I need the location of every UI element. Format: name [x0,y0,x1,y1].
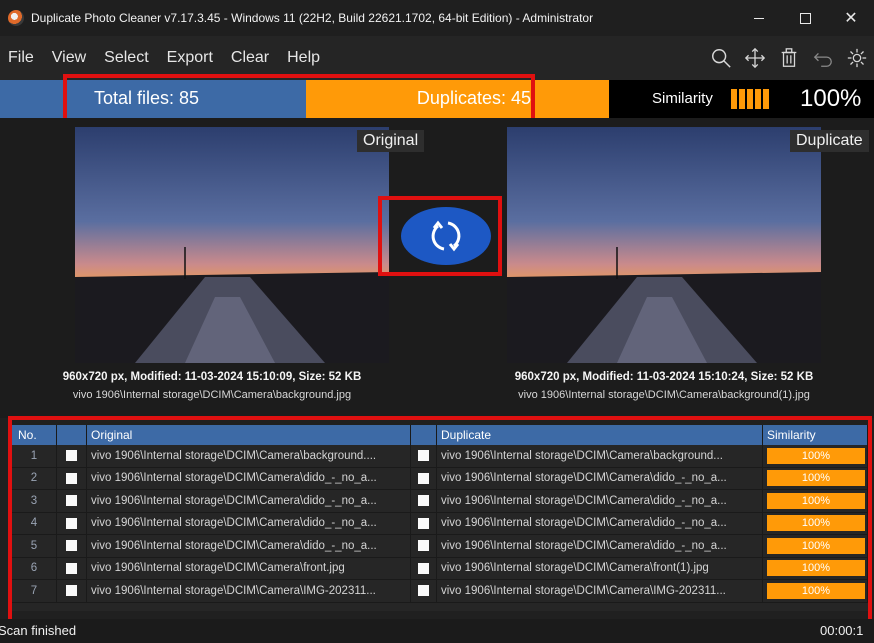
menu-export[interactable]: Export [167,49,213,67]
menu-file[interactable]: File [8,49,34,67]
window-title: Duplicate Photo Cleaner v7.17.3.45 - Win… [31,11,594,25]
menu-help[interactable]: Help [287,49,320,67]
move-icon[interactable] [738,36,772,80]
menu-clear[interactable]: Clear [231,49,269,67]
close-button[interactable]: ✕ [828,0,874,36]
window-controls: ✕ [736,0,874,36]
duplicate-path: vivo 1906\Internal storage\DCIM\Camera\b… [518,389,810,401]
status-bar: Scan finished 00:00:1 [0,619,874,643]
highlight-frame-table [8,416,872,643]
duplicate-photo[interactable] [507,127,821,363]
similarity-meter-bar [731,89,737,109]
original-info: 960x720 px, Modified: 11-03-2024 15:10:0… [62,371,362,383]
trash-icon[interactable] [772,36,806,80]
elapsed-time: 00:00:1 [820,623,864,638]
similarity-meter [731,89,769,109]
similarity-value: 100% [800,85,862,112]
similarity-meter-bar [755,89,761,109]
menu-view[interactable]: View [52,49,86,67]
settings-icon[interactable] [840,36,874,80]
status-text: Scan finished [0,623,77,638]
duplicate-tag: Duplicate [790,130,869,152]
similarity-meter-bar [763,89,769,109]
similarity-meter-bar [747,89,753,109]
toolbar [704,36,874,80]
original-tag: Original [357,130,425,152]
title-bar: Duplicate Photo Cleaner v7.17.3.45 - Win… [0,0,874,36]
original-path: vivo 1906\Internal storage\DCIM\Camera\b… [72,389,352,401]
duplicate-info: 960x720 px, Modified: 11-03-2024 15:10:2… [514,371,814,383]
similarity-meter-bar [739,89,745,109]
highlight-frame-swap [378,196,502,276]
search-icon[interactable] [704,36,738,80]
app-logo-icon [8,10,24,26]
undo-icon[interactable] [806,36,840,80]
maximize-button[interactable] [782,0,828,36]
menu-select[interactable]: Select [104,49,148,67]
minimize-button[interactable] [736,0,782,36]
similarity-label: Similarity [652,90,713,107]
original-photo[interactable] [75,127,389,363]
